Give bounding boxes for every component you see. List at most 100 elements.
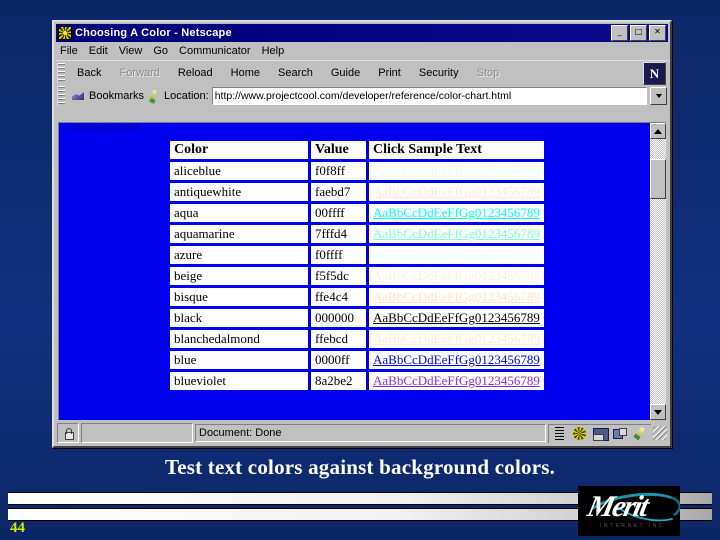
table-row: blueviolet 8a2be2 AaBbCcDdEeFfGg0123456789 xyxy=(170,372,544,390)
scroll-up-button[interactable] xyxy=(650,123,666,139)
color-value-cell: 00ffff xyxy=(311,204,366,222)
sample-text-link[interactable]: AaBbCcDdEeFfGg0123456789 xyxy=(373,247,540,262)
location-bar: Bookmarks Location: http://www.projectco… xyxy=(56,86,668,106)
color-name-cell: blue xyxy=(170,351,308,369)
component-bar xyxy=(548,423,651,443)
menu-file[interactable]: File xyxy=(60,45,78,57)
table-row: azure f0ffff AaBbCcDdEeFfGg0123456789 xyxy=(170,246,544,264)
window-controls: _ □ ✕ xyxy=(611,25,666,41)
table-row: beige f5f5dc AaBbCcDdEeFfGg0123456789 xyxy=(170,267,544,285)
table-row: bisque ffe4c4 AaBbCcDdEeFfGg0123456789 xyxy=(170,288,544,306)
sample-text-cell[interactable]: AaBbCcDdEeFfGg0123456789 xyxy=(369,267,544,285)
toolbar-grip[interactable] xyxy=(57,63,65,83)
color-value-cell: ffebcd xyxy=(311,330,366,348)
page-number: 44 xyxy=(10,520,25,536)
navigator-icon[interactable] xyxy=(552,426,568,441)
color-value-cell: faebd7 xyxy=(311,183,366,201)
close-button[interactable]: ✕ xyxy=(649,25,666,41)
back-button[interactable]: Back xyxy=(68,67,110,79)
color-name-cell: blueviolet xyxy=(170,372,308,390)
resize-grip[interactable] xyxy=(653,426,667,440)
home-button[interactable]: Home xyxy=(222,67,269,79)
menu-edit[interactable]: Edit xyxy=(89,45,108,57)
clipped-page-text: you want to use. xyxy=(69,123,142,133)
table-row: antiquewhite faebd7 AaBbCcDdEeFfGg01234567… xyxy=(170,183,544,201)
column-header: Color xyxy=(170,141,308,159)
menu-help[interactable]: Help xyxy=(262,45,285,57)
color-value-cell: 7fffd4 xyxy=(311,225,366,243)
color-name-cell: antiquewhite xyxy=(170,183,308,201)
table-row: aqua 00ffff AaBbCcDdEeFfGg0123456789 xyxy=(170,204,544,222)
sample-text-link[interactable]: AaBbCcDdEeFfGg0123456789 xyxy=(373,226,540,241)
scrollbar-thumb[interactable] xyxy=(650,159,666,199)
minimize-button[interactable]: _ xyxy=(611,25,628,41)
table-row: aliceblue f0f8ff AaBbCcDdEeFfGg0123456789 xyxy=(170,162,544,180)
maximize-button[interactable]: □ xyxy=(630,25,647,41)
color-value-cell: ffe4c4 xyxy=(311,288,366,306)
color-value-cell: f5f5dc xyxy=(311,267,366,285)
page-proxy-icon[interactable] xyxy=(147,89,161,103)
navigation-toolbar: Back Forward Reload Home Search Guide Pr… xyxy=(56,60,668,85)
sample-text-cell[interactable]: AaBbCcDdEeFfGg0123456789 xyxy=(369,204,544,222)
page-scroll-viewport: Color Value Click Sample Text aliceblue f0f8… xyxy=(59,134,650,420)
color-name-cell: aqua xyxy=(170,204,308,222)
color-name-cell: aliceblue xyxy=(170,162,308,180)
menu-communicator[interactable]: Communicator xyxy=(179,45,251,57)
table-row: blanchedalmond ffebcd AaBbCcDdEeFfGg012345… xyxy=(170,330,544,348)
sample-text-link[interactable]: AaBbCcDdEeFfGg0123456789 xyxy=(373,184,540,199)
sample-text-link[interactable]: AaBbCcDdEeFfGg0123456789 xyxy=(373,331,540,346)
color-name-cell: azure xyxy=(170,246,308,264)
stop-button: Stop xyxy=(476,67,500,79)
menu-view[interactable]: View xyxy=(119,45,143,57)
sample-text-link[interactable]: AaBbCcDdEeFfGg0123456789 xyxy=(373,205,540,220)
security-button[interactable]: Security xyxy=(410,67,468,79)
sample-text-cell[interactable]: AaBbCcDdEeFfGg0123456789 xyxy=(369,309,544,327)
table-header-row: Color Value Click Sample Text xyxy=(170,141,544,159)
window-title: Choosing A Color - Netscape xyxy=(75,27,232,39)
sample-text-cell[interactable]: AaBbCcDdEeFfGg0123456789 xyxy=(369,162,544,180)
color-value-cell: f0f8ff xyxy=(311,162,366,180)
reload-button[interactable]: Reload xyxy=(169,67,222,79)
forward-button: Forward xyxy=(119,67,160,79)
sample-text-cell[interactable]: AaBbCcDdEeFfGg0123456789 xyxy=(369,246,544,264)
url-history-dropdown-button[interactable] xyxy=(650,87,667,105)
netscape-page-icon xyxy=(58,26,72,40)
url-input[interactable]: http://www.projectcool.com/developer/ref… xyxy=(211,87,647,105)
security-lock-icon[interactable] xyxy=(57,423,79,443)
mailbox-icon[interactable] xyxy=(592,426,609,441)
slide-caption: Test text colors against background colo… xyxy=(164,455,556,479)
sample-text-link[interactable]: AaBbCcDdEeFfGg0123456789 xyxy=(373,268,540,283)
sample-text-cell[interactable]: AaBbCcDdEeFfGg0123456789 xyxy=(369,351,544,369)
column-header: Value xyxy=(311,141,366,159)
sample-text-link[interactable]: AaBbCcDdEeFfGg0123456789 xyxy=(373,163,540,178)
location-bar-grip[interactable] xyxy=(57,86,65,106)
sample-text-cell[interactable]: AaBbCcDdEeFfGg0123456789 xyxy=(369,288,544,306)
print-button[interactable]: Print xyxy=(369,67,410,79)
bookmarks-label[interactable]: Bookmarks xyxy=(89,90,144,102)
menu-go[interactable]: Go xyxy=(153,45,168,57)
scroll-down-button[interactable] xyxy=(650,404,666,420)
newsgroup-icon[interactable] xyxy=(612,426,628,441)
sample-text-link[interactable]: AaBbCcDdEeFfGg0123456789 xyxy=(373,289,540,304)
logo-subtext: INTERNET INC xyxy=(600,523,665,529)
status-bar: Document: Done xyxy=(57,423,667,443)
sample-text-cell[interactable]: AaBbCcDdEeFfGg0123456789 xyxy=(369,372,544,390)
composer-icon[interactable] xyxy=(632,426,648,441)
menu-bar: File Edit View Go Communicator Help xyxy=(56,43,668,59)
sample-text-link[interactable]: AaBbCcDdEeFfGg0123456789 xyxy=(373,352,540,367)
sample-text-cell[interactable]: AaBbCcDdEeFfGg0123456789 xyxy=(369,330,544,348)
sample-text-cell[interactable]: AaBbCcDdEeFfGg0123456789 xyxy=(369,225,544,243)
vertical-scrollbar[interactable] xyxy=(650,123,666,420)
sample-text-link[interactable]: AaBbCcDdEeFfGg0123456789 xyxy=(373,310,540,325)
table-row: black 000000 AaBbCcDdEeFfGg0123456789 xyxy=(170,309,544,327)
sample-text-cell[interactable]: AaBbCcDdEeFfGg0123456789 xyxy=(369,183,544,201)
netscape-star-icon[interactable] xyxy=(572,426,588,441)
bookmark-icon[interactable] xyxy=(71,89,86,103)
table-row: blue 0000ff AaBbCcDdEeFfGg0123456789 xyxy=(170,351,544,369)
netscape-logo-icon[interactable]: N xyxy=(643,62,666,85)
color-value-cell: f0ffff xyxy=(311,246,366,264)
guide-button[interactable]: Guide xyxy=(322,67,369,79)
search-button[interactable]: Search xyxy=(269,67,322,79)
sample-text-link[interactable]: AaBbCcDdEeFfGg0123456789 xyxy=(373,373,540,388)
page-content-area: you want to use. Color Value Click Sample … xyxy=(58,122,666,420)
